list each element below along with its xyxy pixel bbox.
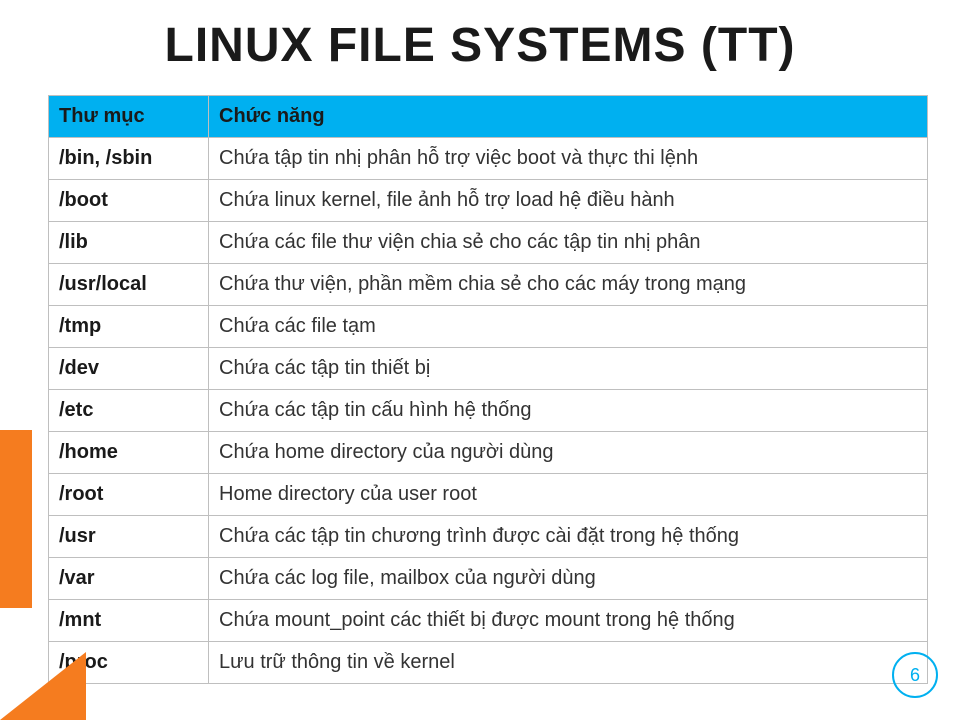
slide-title: LINUX FILE SYSTEMS (TT) [0,18,960,73]
table-row: /devChứa các tập tin thiết bị [49,348,928,390]
cell-dir: /dev [49,348,209,390]
accent-band [0,430,32,608]
cell-dir: /bin, /sbin [49,138,209,180]
table-row: /tmpChứa các file tạm [49,306,928,348]
slide: LINUX FILE SYSTEMS (TT) Thư mục Chức năn… [0,0,960,720]
cell-func: Chứa các tập tin cấu hình hệ thống [209,390,928,432]
cell-func: Chứa các file thư viện chia sẻ cho các t… [209,222,928,264]
cell-func: Chứa tập tin nhị phân hỗ trợ việc boot v… [209,138,928,180]
header-func: Chức năng [209,96,928,138]
cell-dir: /home [49,432,209,474]
header-dir: Thư mục [49,96,209,138]
cell-dir: /etc [49,390,209,432]
table-row: /etcChứa các tập tin cấu hình hệ thống [49,390,928,432]
table-row: /homeChứa home directory của người dùng [49,432,928,474]
cell-dir: /tmp [49,306,209,348]
cell-func: Chứa home directory của người dùng [209,432,928,474]
cell-func: Home directory của user root [209,474,928,516]
cell-func: Chứa các file tạm [209,306,928,348]
table-row: /rootHome directory của user root [49,474,928,516]
cell-func: Lưu trữ thông tin về kernel [209,642,928,684]
accent-corner [0,652,86,720]
cell-dir: /usr/local [49,264,209,306]
table-row: /bin, /sbinChứa tập tin nhị phân hỗ trợ … [49,138,928,180]
cell-dir: /boot [49,180,209,222]
table-row: /mntChứa mount_point các thiết bị được m… [49,600,928,642]
page-number: 6 [892,652,938,698]
table-row: /varChứa các log file, mailbox của người… [49,558,928,600]
cell-func: Chứa các log file, mailbox của người dùn… [209,558,928,600]
table-header-row: Thư mục Chức năng [49,96,928,138]
cell-dir: /lib [49,222,209,264]
table-row: /usr/localChứa thư viện, phần mềm chia s… [49,264,928,306]
cell-func: Chứa thư viện, phần mềm chia sẻ cho các … [209,264,928,306]
filesystem-table: Thư mục Chức năng /bin, /sbinChứa tập ti… [48,95,928,684]
cell-func: Chứa mount_point các thiết bị được mount… [209,600,928,642]
cell-dir: /usr [49,516,209,558]
cell-func: Chứa các tập tin chương trình được cài đ… [209,516,928,558]
table-row: /bootChứa linux kernel, file ảnh hỗ trợ … [49,180,928,222]
cell-func: Chứa các tập tin thiết bị [209,348,928,390]
cell-func: Chứa linux kernel, file ảnh hỗ trợ load … [209,180,928,222]
cell-dir: /var [49,558,209,600]
cell-dir: /mnt [49,600,209,642]
table: Thư mục Chức năng /bin, /sbinChứa tập ti… [48,95,928,684]
table-row: /libChứa các file thư viện chia sẻ cho c… [49,222,928,264]
table-row: /procLưu trữ thông tin về kernel [49,642,928,684]
table-row: /usrChứa các tập tin chương trình được c… [49,516,928,558]
cell-dir: /root [49,474,209,516]
